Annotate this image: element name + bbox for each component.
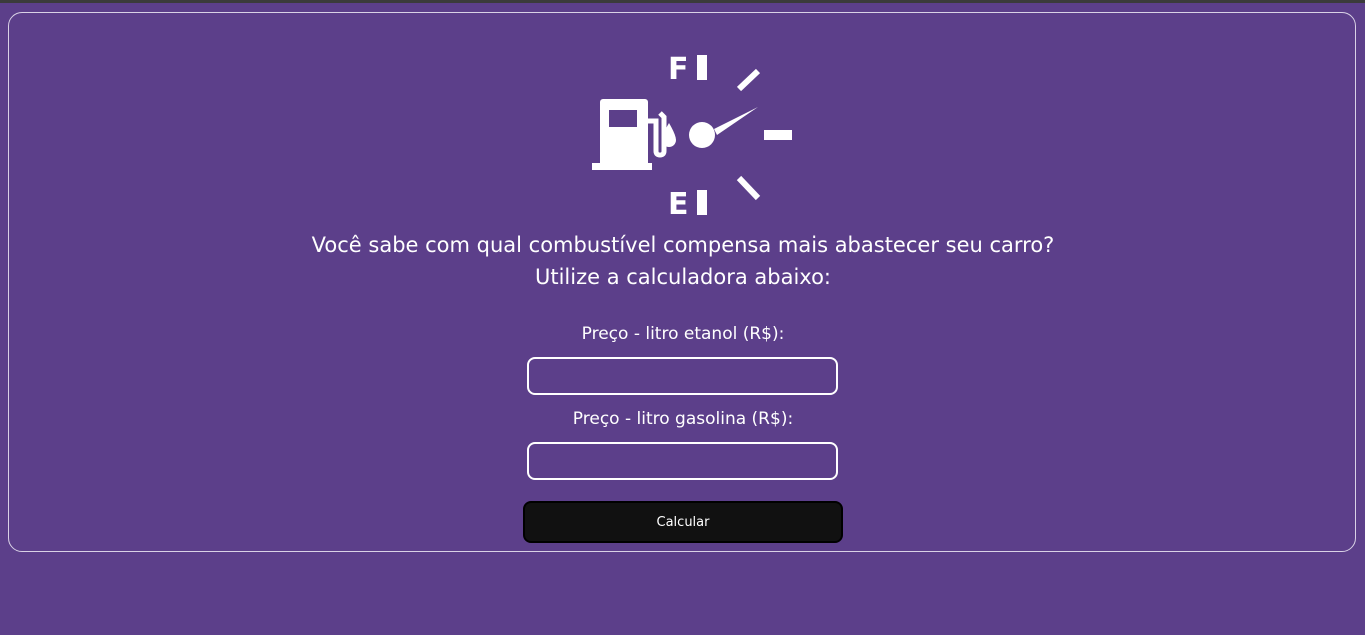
browser-top-edge [0,0,1365,3]
calculate-button[interactable]: Calcular [523,501,843,543]
headline-line-1: Você sabe com qual combustível compensa … [311,233,1055,257]
fuel-pump-icon [592,99,676,170]
etanol-price-input[interactable] [527,357,838,395]
gauge-empty-label: E [668,187,689,222]
gauge-full-tick [697,55,707,80]
fuel-gauge-icon: F E [592,52,792,222]
gauge-mid-tick [764,130,792,140]
gauge-empty-tick [697,190,707,215]
gasolina-price-input[interactable] [527,442,838,480]
headline-line-2: Utilize a calculadora abaixo: [534,265,832,289]
calculator-card: F E Você sabe com qual combustível compe… [8,12,1356,552]
gauge-needle [714,107,758,135]
etanol-price-label: Preço - litro etanol (R$): [581,324,785,344]
gasolina-price-label: Preço - litro gasolina (R$): [572,409,794,429]
gauge-upper-tick [736,68,761,92]
page-title: Você sabe com qual combustível compensa … [9,229,1357,293]
gauge-lower-tick [736,175,761,201]
gauge-needle-hub [689,122,715,148]
gauge-full-label: F [668,52,689,87]
